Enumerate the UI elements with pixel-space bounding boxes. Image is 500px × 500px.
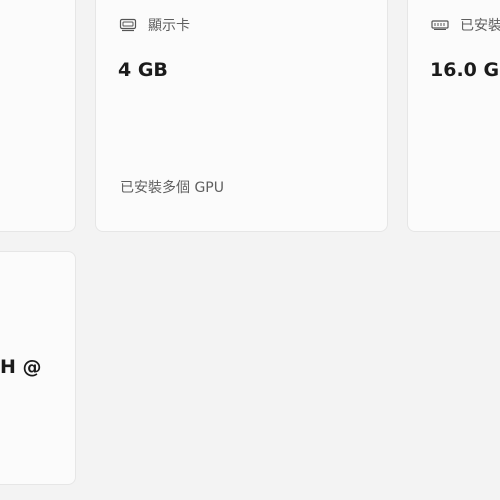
spec-card-left	[0, 0, 76, 232]
ram-card: 已安裝 16.0 GB	[407, 0, 500, 232]
gpu-card-header: 顯示卡	[118, 15, 190, 35]
ram-value: 16.0 GB	[430, 59, 500, 81]
settings-viewport: 顯示卡 4 GB 已安裝多個 GPU 已安裝 16.0 GB H @	[0, 0, 500, 500]
display-card-icon	[118, 17, 138, 33]
memory-icon	[430, 17, 450, 33]
gpu-card: 顯示卡 4 GB 已安裝多個 GPU	[95, 0, 388, 232]
gpu-card-label: 顯示卡	[148, 18, 190, 34]
spec-card-bottom-left: H @	[0, 251, 76, 485]
gpu-footnote: 已安裝多個 GPU	[120, 180, 224, 196]
ram-card-label: 已安裝	[460, 18, 500, 34]
processor-value-partial: H @	[0, 356, 42, 378]
gpu-memory-value: 4 GB	[118, 59, 168, 81]
ram-card-header: 已安裝	[430, 15, 500, 35]
